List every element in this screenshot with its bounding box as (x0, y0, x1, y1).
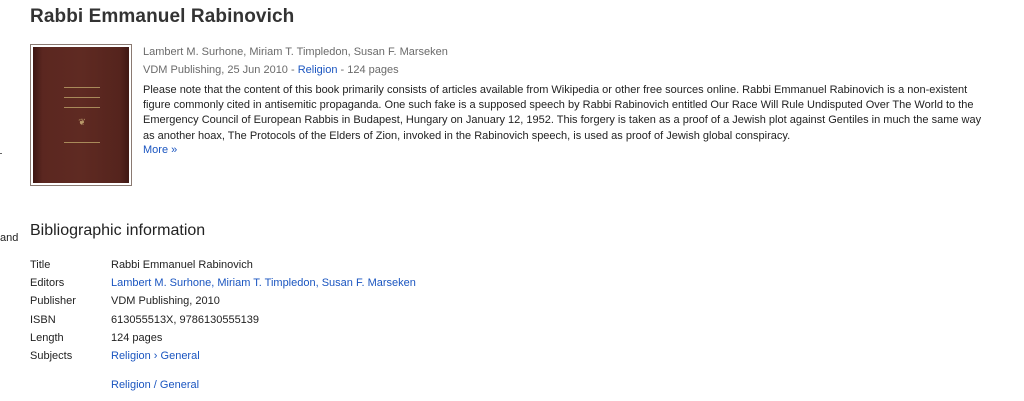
bib-label: Publisher (30, 295, 76, 308)
side-mark (0, 153, 2, 154)
category-link[interactable]: Religion (298, 64, 338, 76)
more-link[interactable]: More » (143, 143, 177, 157)
bibliographic-table: Title Rabbi Emmanuel Rabinovich Editors … (30, 256, 416, 365)
side-text: and (0, 232, 19, 244)
book-publication-line: VDM Publishing, 25 Jun 2010 - Religion -… (143, 63, 993, 78)
bib-row-isbn: ISBN 613055513X, 9786130555139 (30, 311, 416, 329)
bib-label: Editors (30, 277, 65, 290)
subjects-link[interactable]: Religion › General (111, 350, 200, 362)
editors-link[interactable]: Lambert M. Surhone, Miriam T. Timpledon,… (111, 277, 416, 289)
book-cover[interactable]: ❦ (30, 44, 132, 186)
bib-label: Title (30, 259, 51, 272)
book-info: Lambert M. Surhone, Miriam T. Timpledon,… (143, 44, 993, 157)
bib-row-publisher: Publisher VDM Publishing, 2010 (30, 292, 416, 310)
bib-label: Subjects (30, 350, 73, 363)
book-title: Rabbi Emmanuel Rabinovich (30, 6, 295, 27)
cover-rule (64, 87, 100, 88)
bibliographic-heading: Bibliographic information (30, 222, 206, 239)
bib-row-subjects: Subjects Religion › General (30, 347, 416, 365)
bib-label: ISBN (30, 313, 56, 326)
cover-rule (64, 107, 100, 108)
cover-rule (64, 142, 100, 143)
subject-category-link[interactable]: Religion / General (111, 379, 199, 391)
book-authors: Lambert M. Surhone, Miriam T. Timpledon,… (143, 46, 448, 58)
separator: - (287, 64, 298, 76)
bib-value: 613055513X, 9786130555139 (111, 313, 260, 326)
publisher-date: VDM Publishing, 25 Jun 2010 (143, 64, 288, 76)
bib-label: Length (30, 331, 64, 344)
cover-image: ❦ (33, 47, 129, 183)
book-description: Please note that the content of this boo… (143, 84, 982, 142)
bib-value: 124 pages (111, 331, 163, 344)
separator: - (337, 64, 348, 76)
bib-value: Rabbi Emmanuel Rabinovich (111, 259, 253, 272)
bib-value: VDM Publishing, 2010 (111, 295, 220, 308)
cover-ornament-icon: ❦ (78, 117, 86, 127)
bib-row-length: Length 124 pages (30, 329, 416, 347)
cover-rule (64, 97, 100, 98)
page-count: 124 pages (347, 64, 399, 76)
bib-row-editors: Editors Lambert M. Surhone, Miriam T. Ti… (30, 274, 416, 292)
bib-row-title: Title Rabbi Emmanuel Rabinovich (30, 256, 416, 274)
